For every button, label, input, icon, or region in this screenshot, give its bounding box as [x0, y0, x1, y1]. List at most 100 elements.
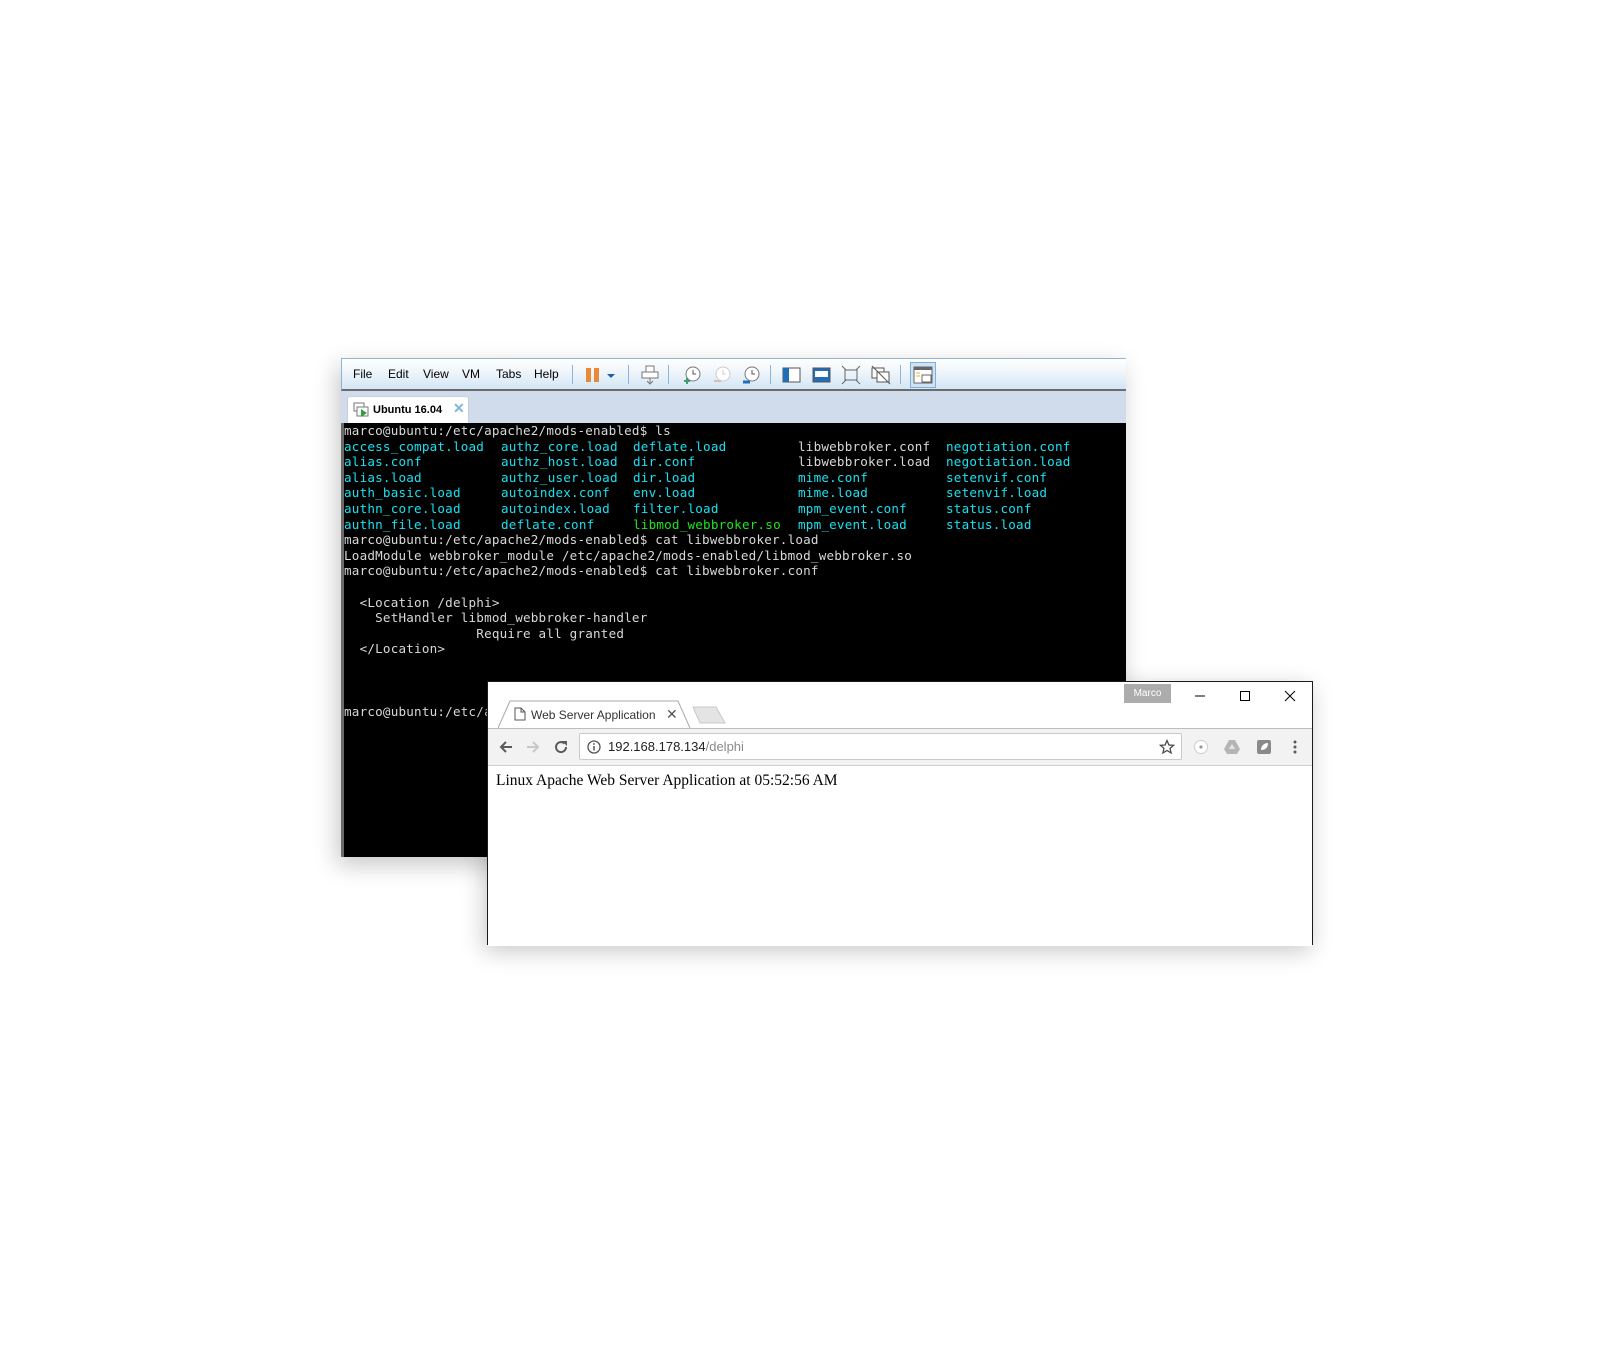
toolbar-separator [572, 365, 573, 384]
page-content: Linux Apache Web Server Application at 0… [488, 766, 1312, 946]
ls-entry: authz_user.load [501, 469, 618, 485]
ls-entry: access_compat.load [344, 438, 485, 454]
extension-button[interactable] [1191, 737, 1211, 757]
snapshot-manager-icon[interactable] [741, 365, 761, 385]
menu-vm[interactable]: VM [462, 367, 480, 381]
maximize-button[interactable] [1223, 682, 1267, 710]
pause-icon[interactable] [583, 365, 603, 385]
ls-entry: authz_host.load [501, 454, 618, 470]
dropdown-arrow-icon[interactable] [604, 365, 618, 385]
ls-entry: setenvif.conf [946, 469, 1048, 485]
ls-entry: mime.load [798, 485, 869, 501]
new-tab-button[interactable] [692, 706, 728, 726]
extension-square-icon [1257, 740, 1271, 754]
forward-arrow-icon [527, 741, 540, 753]
ls-entry: libwebbroker.conf [798, 438, 931, 454]
ls-entry: filter.load [633, 501, 719, 516]
send-ctrl-alt-del-icon[interactable] [640, 365, 660, 385]
ls-entry: dir.conf [633, 454, 696, 470]
terminal-line: LoadModule webbroker_module /etc/apache2… [344, 547, 913, 563]
menu-view[interactable]: View [423, 367, 449, 381]
profile-button[interactable]: Marco [1124, 684, 1171, 703]
ls-entry: mpm_event.conf [798, 501, 907, 516]
thumbnail-bar-icon[interactable] [812, 365, 832, 385]
browser-window: Web Server Application ✕ Marco 192.168.1… [487, 681, 1313, 946]
info-icon[interactable] [587, 740, 601, 759]
reload-button[interactable] [551, 737, 571, 757]
terminal-line: marco@ubuntu:/etc/apache2/mods-enabled$ … [344, 423, 671, 438]
browser-titlebar: Web Server Application ✕ Marco [488, 682, 1312, 729]
tab-title: Web Server Application [531, 708, 656, 722]
vmware-toolbar: File Edit View VM Tabs Help [341, 358, 1126, 391]
address-bar[interactable]: 192.168.178.134/delphi [579, 733, 1182, 760]
toolbar-separator [770, 365, 771, 384]
revert-snapshot-icon[interactable] [712, 365, 732, 385]
take-snapshot-icon[interactable] [682, 365, 702, 385]
menu-tabs[interactable]: Tabs [496, 367, 521, 381]
ls-entry: auth_basic.load [344, 485, 461, 501]
minimize-icon [1195, 695, 1205, 697]
toolbar-separator [668, 365, 669, 384]
ls-entry: autoindex.load [501, 501, 610, 516]
ls-entry: alias.load [344, 469, 422, 485]
drive-extension-button[interactable] [1222, 737, 1242, 757]
google-drive-icon [1224, 740, 1240, 754]
unity-icon[interactable] [871, 365, 891, 385]
bookmark-star-icon[interactable] [1158, 738, 1176, 760]
more-vert-icon [1293, 740, 1297, 754]
menu-help[interactable]: Help [534, 367, 559, 381]
close-icon [1284, 690, 1296, 702]
extension-button-2[interactable] [1254, 737, 1274, 757]
ls-entry: status.load [946, 516, 1032, 532]
maximize-icon [1240, 691, 1250, 701]
chrome-menu-button[interactable] [1285, 737, 1305, 757]
terminal-line: </Location> [344, 641, 446, 657]
ls-entry: libmod_webbroker.so [633, 516, 781, 532]
minimize-button[interactable] [1178, 682, 1222, 710]
ls-entry: authz_core.load [501, 438, 618, 454]
ls-entry: authn_core.load [344, 501, 461, 516]
back-arrow-icon [499, 741, 512, 753]
vmware-tab-bar: Ubuntu 16.04 ✕ [341, 391, 1126, 423]
ls-entry: deflate.load [633, 438, 727, 454]
ls-entry: status.conf [946, 501, 1032, 516]
ls-entry: env.load [633, 485, 696, 501]
browser-tab[interactable]: Web Server Application ✕ [498, 700, 691, 729]
menu-file[interactable]: File [353, 367, 372, 381]
reload-icon [555, 741, 568, 754]
toolbar-separator [900, 365, 901, 384]
close-icon[interactable]: ✕ [453, 400, 465, 417]
tab-label: Ubuntu 16.04 [373, 404, 443, 416]
extension-circle-icon [1194, 740, 1208, 754]
terminal-line: SetHandler libmod_webbroker-handler [344, 610, 648, 626]
vm-icon [353, 402, 369, 423]
ls-entry: negotiation.conf [946, 438, 1071, 454]
terminal-line: marco@ubuntu:/etc/apache2/mods-enabled$ … [344, 563, 819, 579]
close-window-button[interactable] [1268, 682, 1312, 710]
show-library-icon[interactable] [782, 365, 802, 385]
ls-entry: deflate.conf [501, 516, 595, 532]
ls-entry: setenvif.load [946, 485, 1048, 501]
ls-entry: autoindex.conf [501, 485, 610, 501]
ls-entry: dir.load [633, 469, 696, 485]
forward-button[interactable] [523, 737, 543, 757]
url-host: 192.168.178.134 [608, 739, 706, 754]
terminal-line: marco@ubuntu:/etc/apache2/mods-enabled$ … [344, 532, 819, 548]
close-tab-icon[interactable]: ✕ [666, 706, 678, 723]
url-text[interactable]: 192.168.178.134/delphi [608, 739, 744, 754]
url-path: /delphi [705, 739, 744, 754]
console-view-icon[interactable] [910, 362, 936, 388]
menu-edit[interactable]: Edit [388, 367, 409, 381]
terminal-line: <Location /delphi> [344, 594, 500, 610]
ls-entry: authn_file.load [344, 516, 461, 532]
full-screen-icon[interactable] [841, 365, 861, 385]
ls-entry: mpm_event.load [798, 516, 907, 532]
ls-entry: alias.conf [344, 454, 422, 470]
ls-entry: libwebbroker.load [798, 454, 931, 470]
ls-entry: mime.conf [798, 469, 869, 485]
ls-entry: negotiation.load [946, 454, 1071, 470]
tab-ubuntu-vm[interactable]: Ubuntu 16.04 ✕ [347, 396, 469, 423]
terminal-line: Require all granted [344, 625, 625, 641]
back-button[interactable] [496, 737, 516, 757]
toolbar-separator [628, 365, 629, 384]
